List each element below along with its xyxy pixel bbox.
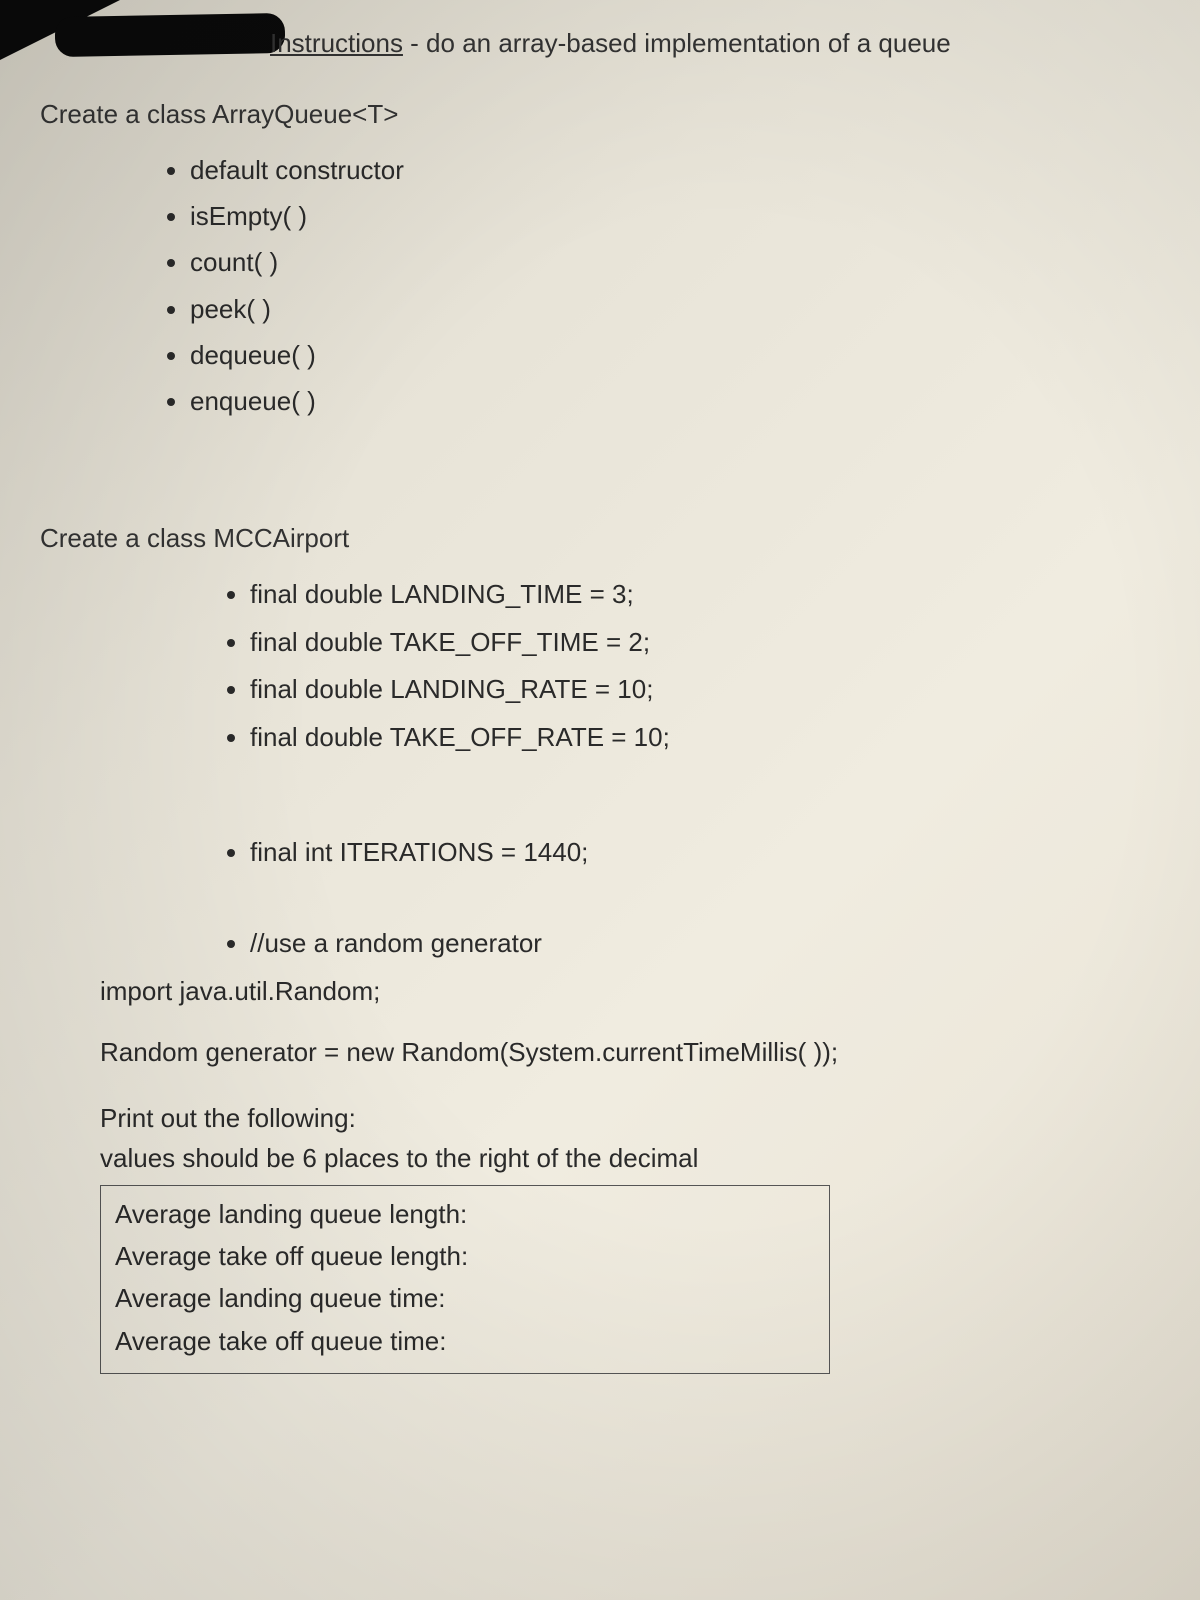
- output-line: Average landing queue length:: [115, 1194, 815, 1234]
- list-item: isEmpty( ): [190, 194, 1160, 238]
- output-line: Average take off queue time:: [115, 1321, 815, 1361]
- section-heading-mccairport: Create a class MCCAirport: [40, 523, 1160, 554]
- list-item: count( ): [190, 240, 1160, 284]
- redaction-mark: [55, 13, 286, 57]
- list-item: final int ITERATIONS = 1440;: [250, 830, 1160, 876]
- output-line: Average take off queue length:: [115, 1236, 815, 1276]
- list-item: enqueue( ): [190, 379, 1160, 423]
- section-heading-arrayqueue: Create a class ArrayQueue<T>: [40, 99, 1160, 130]
- list-item: peek( ): [190, 287, 1160, 331]
- import-statement: import java.util.Random;: [100, 976, 1160, 1007]
- document-page: Instructions - do an array-based impleme…: [0, 0, 1200, 1414]
- list-item: final double TAKE_OFF_TIME = 2;: [250, 620, 1160, 666]
- list-item: dequeue( ): [190, 333, 1160, 377]
- list-item: //use a random generator: [250, 921, 1160, 967]
- print-intro-line2: values should be 6 places to the right o…: [100, 1138, 1160, 1178]
- list-item: final double LANDING_RATE = 10;: [250, 667, 1160, 713]
- list-item: final double LANDING_TIME = 3;: [250, 572, 1160, 618]
- method-list: default constructor isEmpty( ) count( ) …: [190, 148, 1160, 423]
- output-box: Average landing queue length: Average ta…: [100, 1185, 830, 1374]
- title-description: - do an array-based implementation of a …: [403, 28, 951, 58]
- print-intro: Print out the following: values should b…: [100, 1098, 1160, 1179]
- output-line: Average landing queue time:: [115, 1278, 815, 1318]
- constants-list: final double LANDING_TIME = 3; final dou…: [250, 572, 1160, 760]
- list-item: final double TAKE_OFF_RATE = 10;: [250, 715, 1160, 761]
- page-title: Instructions - do an array-based impleme…: [270, 28, 1160, 59]
- title-label: Instructions: [270, 28, 403, 58]
- random-comment-list: //use a random generator: [250, 921, 1160, 967]
- iterations-list: final int ITERATIONS = 1440;: [250, 830, 1160, 876]
- print-intro-line1: Print out the following:: [100, 1098, 1160, 1138]
- generator-statement: Random generator = new Random(System.cur…: [100, 1037, 1160, 1068]
- list-item: default constructor: [190, 148, 1160, 192]
